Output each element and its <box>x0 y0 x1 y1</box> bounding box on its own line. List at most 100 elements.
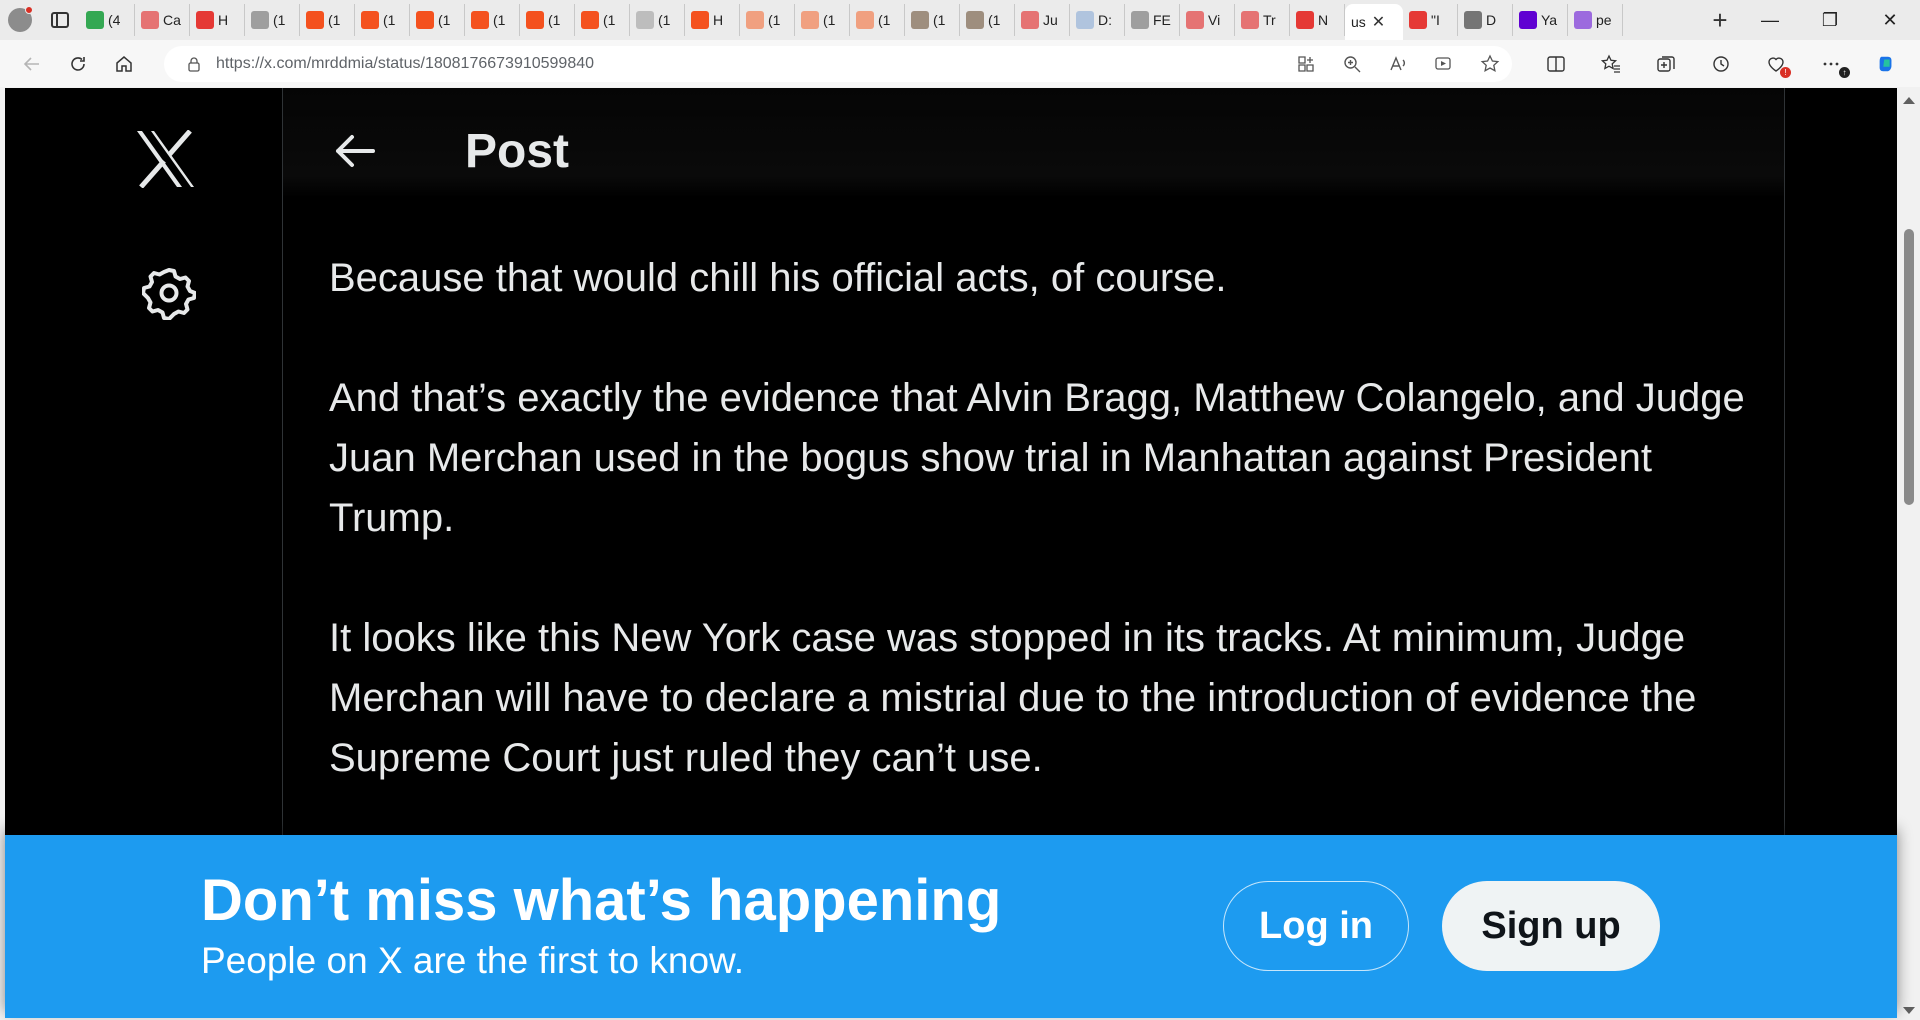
tab-label: (1 <box>548 12 561 28</box>
browser-tab[interactable]: (1 <box>795 4 850 36</box>
profile-button[interactable] <box>0 0 40 40</box>
split-screen-button[interactable] <box>1528 46 1583 82</box>
back-arrow-icon <box>23 56 39 71</box>
tab-label: FE <box>1153 12 1171 28</box>
browser-tab[interactable]: FE <box>1125 4 1180 36</box>
tab-label: (1 <box>603 12 616 28</box>
favorites-icon <box>1600 53 1620 73</box>
refresh-button[interactable] <box>56 46 100 82</box>
address-bar-actions <box>1296 46 1500 82</box>
collections-button[interactable] <box>1638 46 1693 82</box>
address-bar[interactable]: https://x.com/mrddmia/status/18081766739… <box>164 45 1512 82</box>
tab-label: Ya <box>1541 12 1558 28</box>
alert-badge: ! <box>1780 66 1791 78</box>
restore-button[interactable]: ❐ <box>1800 0 1860 40</box>
browser-tab[interactable]: H <box>190 4 245 36</box>
photo-icon <box>911 11 929 29</box>
browser-tab[interactable]: (1 <box>850 4 905 36</box>
history-button[interactable] <box>1693 46 1748 82</box>
browser-tab[interactable]: (1 <box>960 4 1015 36</box>
back-button[interactable] <box>10 46 54 82</box>
url-text: https://x.com/mrddmia/status/18081766739… <box>216 54 595 72</box>
browser-tab[interactable]: (1 <box>355 4 410 36</box>
browser-tab[interactable]: (1 <box>465 4 520 36</box>
new-tab-button[interactable]: + <box>1700 0 1740 40</box>
browser-tab[interactable]: Vi <box>1180 4 1235 36</box>
tab-label: H <box>713 12 724 28</box>
tab-label: (4 <box>108 12 121 28</box>
tweet-paragraph: Because that would chill his official ac… <box>329 256 1227 300</box>
tab-label: us <box>1351 14 1366 30</box>
home-button[interactable] <box>102 46 146 82</box>
zoom-icon[interactable] <box>1342 54 1362 74</box>
browser-tab[interactable]: H <box>685 4 740 36</box>
scroll-up-arrow[interactable] <box>1903 97 1915 104</box>
tab-label: (1 <box>273 12 286 28</box>
browser-tab[interactable]: (1 <box>300 4 355 36</box>
post-header: Post <box>283 88 1784 198</box>
browser-tab[interactable]: (1 <box>740 4 795 36</box>
browser-tab[interactable]: (1 <box>575 4 630 36</box>
browser-tab[interactable]: pe <box>1568 4 1623 36</box>
browser-tab[interactable]: Tr <box>1235 4 1290 36</box>
close-tab-icon[interactable]: ✕ <box>1372 12 1385 32</box>
settings-more-button[interactable]: ↑ <box>1803 46 1858 82</box>
more-dots-icon <box>1823 62 1838 65</box>
app-available-icon[interactable] <box>1296 54 1316 74</box>
browser-tab[interactable]: (1 <box>410 4 465 36</box>
tab-label: (1 <box>438 12 451 28</box>
browser-tab[interactable]: (1 <box>630 4 685 36</box>
browser-tab[interactable]: (1 <box>905 4 960 36</box>
scroll-down-arrow[interactable] <box>1903 1007 1915 1014</box>
play-media-icon[interactable] <box>1434 54 1454 74</box>
tab-label: pe <box>1596 12 1612 28</box>
browser-tab[interactable]: (4 <box>80 4 135 36</box>
star-icon <box>1186 11 1204 29</box>
bookmark-icon <box>471 11 489 29</box>
window-controls: — ❐ ✕ <box>1740 0 1920 40</box>
tab-label: (1 <box>383 12 396 28</box>
browser-tab-active[interactable]: us ✕ <box>1345 4 1403 40</box>
tab-actions-button[interactable] <box>40 0 80 40</box>
browser-tools: ! ↑ <box>1528 46 1913 82</box>
back-arrow-icon[interactable] <box>333 133 375 169</box>
browser-tab[interactable]: D <box>1458 4 1513 36</box>
banner-title: Don’t miss what’s happening <box>201 868 1002 933</box>
tab-label: Ca <box>163 12 181 28</box>
x-logo-icon[interactable] <box>135 130 197 188</box>
page-scrollbar[interactable] <box>1897 87 1920 1020</box>
favorites-button[interactable] <box>1583 46 1638 82</box>
nn-icon <box>1464 11 1482 29</box>
bookmark-icon <box>526 11 544 29</box>
yahoo-icon <box>1574 11 1592 29</box>
copilot-button[interactable] <box>1858 46 1913 82</box>
bookmark-icon <box>856 11 874 29</box>
bookmark-icon <box>306 11 324 29</box>
browser-tab[interactable]: "I <box>1403 4 1458 36</box>
tab-label: "I <box>1431 12 1440 28</box>
browser-tab[interactable]: (1 <box>520 4 575 36</box>
performance-button[interactable]: ! <box>1748 46 1803 82</box>
tab-label: (1 <box>493 12 506 28</box>
browser-tab[interactable]: Ya <box>1513 4 1568 36</box>
youtube-icon <box>1021 11 1039 29</box>
browser-tab[interactable]: N <box>1290 4 1345 36</box>
read-aloud-icon[interactable] <box>1388 54 1408 74</box>
browser-tab[interactable]: Ca <box>135 4 190 36</box>
bookmark-icon <box>416 11 434 29</box>
minimize-button[interactable]: — <box>1740 0 1800 40</box>
settings-gear-icon[interactable] <box>142 266 196 320</box>
youtube-icon <box>1241 11 1259 29</box>
arrow-up-icon <box>196 11 214 29</box>
copilot-icon <box>1879 56 1891 71</box>
image-icon <box>636 11 654 29</box>
youtube-icon <box>1409 11 1427 29</box>
signup-button[interactable]: Sign up <box>1442 881 1660 971</box>
login-button[interactable]: Log in <box>1223 881 1409 971</box>
scroll-thumb[interactable] <box>1904 229 1914 505</box>
favorite-star-icon[interactable] <box>1480 53 1500 74</box>
browser-tab[interactable]: D: <box>1070 4 1125 36</box>
close-window-button[interactable]: ✕ <box>1860 0 1920 40</box>
browser-tab[interactable]: (1 <box>245 4 300 36</box>
browser-tab[interactable]: Ju <box>1015 4 1070 36</box>
